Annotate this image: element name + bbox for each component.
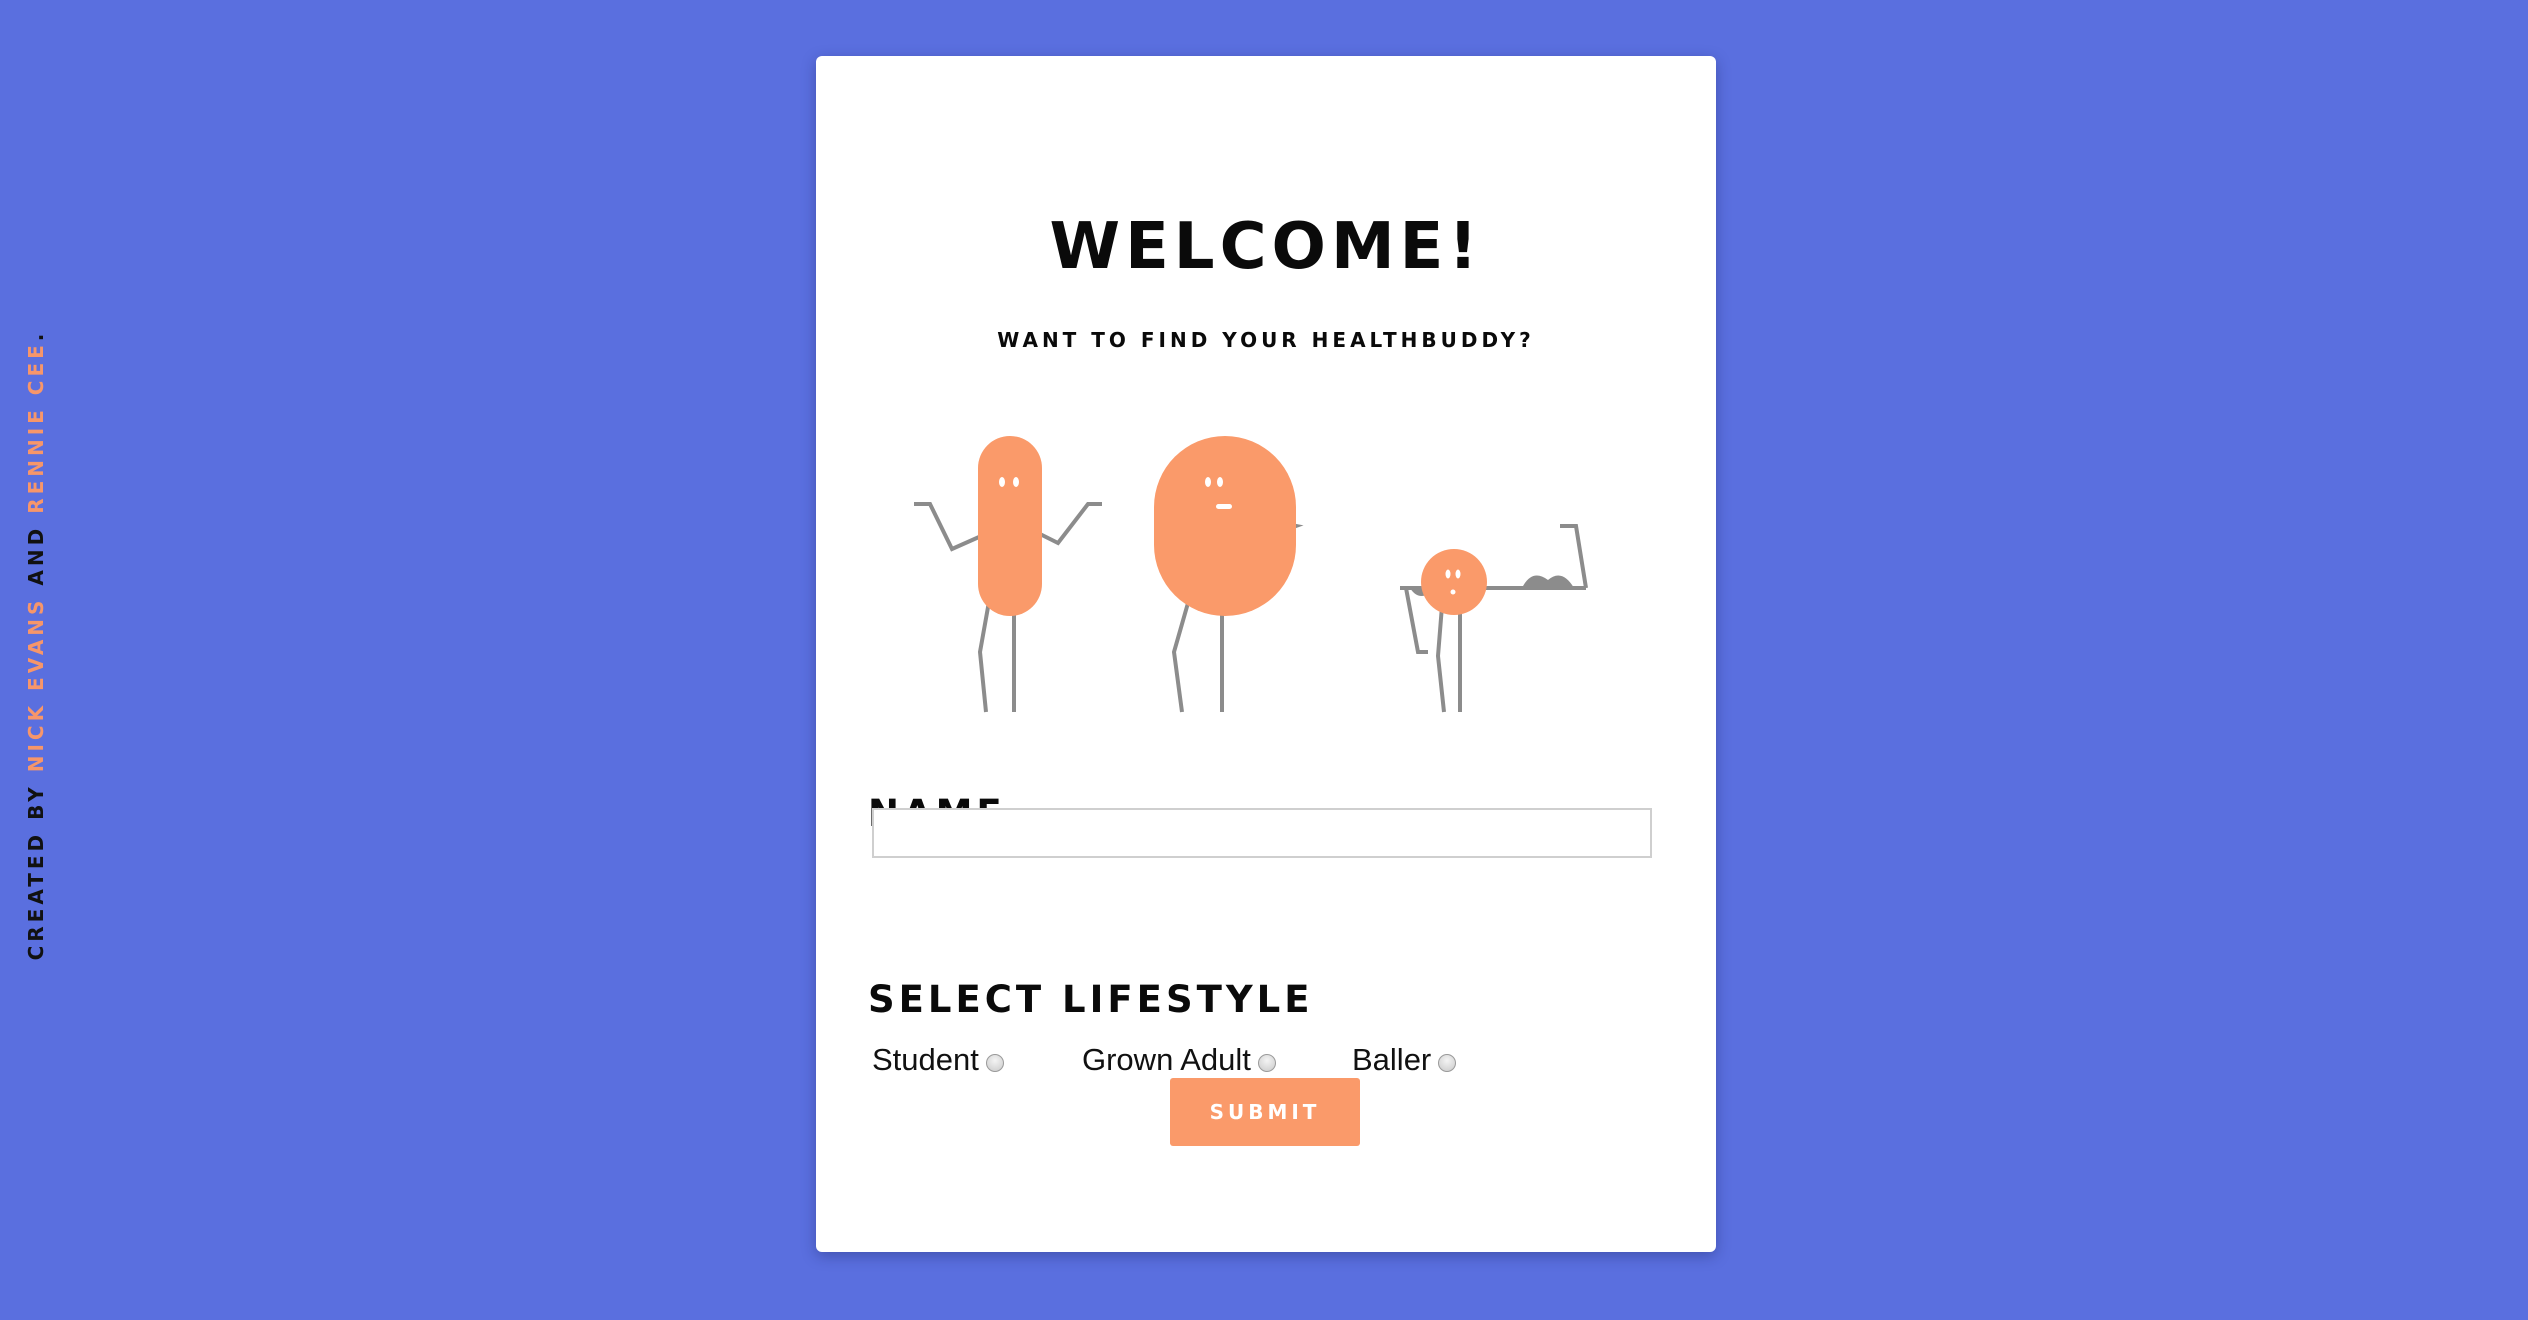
submit-button[interactable]: SUBMIT: [1170, 1078, 1360, 1146]
author-link-rennie-cee[interactable]: RENNIE CEE: [24, 341, 48, 514]
page-subtitle: WANT TO FIND YOUR HEALTHBUDDY?: [997, 328, 1535, 352]
signup-card: WELCOME! WANT TO FIND YOUR HEALTHBUDDY?: [816, 56, 1716, 1252]
radio-label-student: Student: [872, 1042, 979, 1077]
lifestyle-option-baller[interactable]: Baller: [1352, 1042, 1457, 1078]
author-link-nick-evans[interactable]: NICK EVANS: [24, 597, 48, 773]
radio-baller[interactable]: [1438, 1054, 1457, 1072]
radio-grown-adult[interactable]: [1257, 1054, 1276, 1072]
lifestyle-option-grown-adult[interactable]: Grown Adult: [1082, 1042, 1276, 1078]
tall-buddy-icon: [914, 436, 1102, 713]
credit-line: CREATED BY NICK EVANS AND RENNIE CEE.: [24, 330, 48, 961]
lifestyle-radio-group: Student Grown Adult Baller: [872, 1042, 1652, 1082]
page-title: WELCOME!: [1049, 210, 1483, 284]
name-input[interactable]: [872, 808, 1652, 858]
strong-buddy-icon: [1400, 524, 1588, 713]
radio-label-grown-adult: Grown Adult: [1082, 1042, 1251, 1077]
radio-label-baller: Baller: [1352, 1042, 1432, 1077]
radio-student[interactable]: [985, 1054, 1004, 1072]
credit-joiner: AND: [24, 513, 48, 597]
credit-prefix: CREATED BY: [24, 772, 48, 961]
buddies-illustration: [914, 436, 1588, 713]
credit-suffix: .: [24, 329, 48, 342]
lifestyle-option-student[interactable]: Student: [872, 1042, 1004, 1078]
round-buddy-icon: [1154, 436, 1304, 713]
lifestyle-label: SELECT LIFESTYLE: [868, 978, 1314, 1021]
